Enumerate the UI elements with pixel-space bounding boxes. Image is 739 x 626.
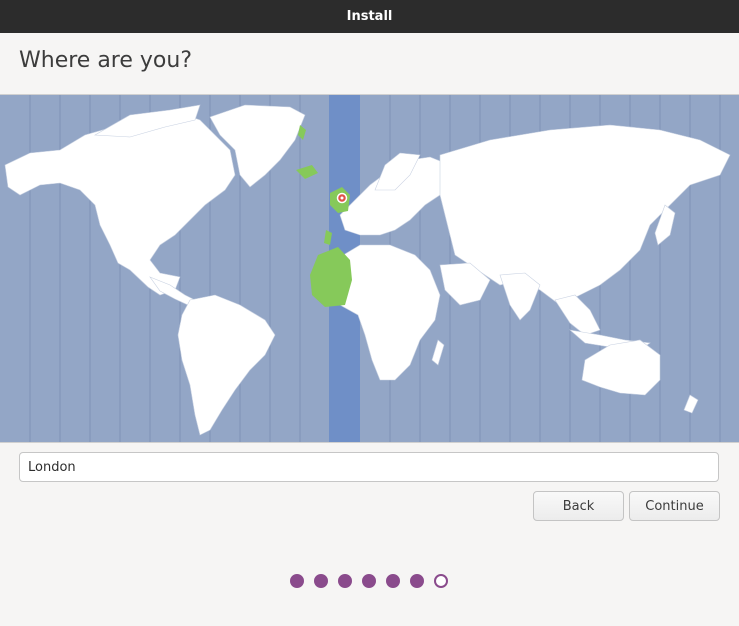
location-input[interactable]: [19, 452, 719, 482]
southeast-asia: [554, 294, 601, 336]
timezone-map[interactable]: [0, 94, 739, 443]
world-map[interactable]: [0, 95, 739, 442]
continue-button-label: Continue: [645, 498, 704, 514]
australia: [581, 339, 661, 396]
progress-dot-current: [434, 574, 448, 588]
progress-dot-completed: [410, 574, 424, 588]
back-button[interactable]: Back: [533, 491, 624, 521]
progress-dot-completed: [290, 574, 304, 588]
west-africa-highlight: [310, 247, 352, 307]
installer-window: Install Where are you? London Back Conti…: [0, 0, 739, 626]
south-america: [177, 294, 276, 436]
progress-dot-completed: [386, 574, 400, 588]
step-progress: [290, 574, 448, 588]
back-button-label: Back: [562, 498, 595, 514]
madagascar: [431, 339, 445, 366]
continue-button[interactable]: Continue: [629, 491, 720, 521]
progress-dot-completed: [362, 574, 376, 588]
new-zealand: [683, 394, 699, 414]
location-marker: [336, 192, 348, 204]
page-title: Where are you?: [19, 48, 192, 73]
iceland-highlight: [296, 165, 318, 179]
title-bar: Install: [0, 0, 739, 33]
continents: [4, 104, 731, 436]
india: [499, 272, 541, 321]
progress-dot-completed: [314, 574, 328, 588]
progress-dot-completed: [338, 574, 352, 588]
window-title: Install: [346, 9, 393, 24]
